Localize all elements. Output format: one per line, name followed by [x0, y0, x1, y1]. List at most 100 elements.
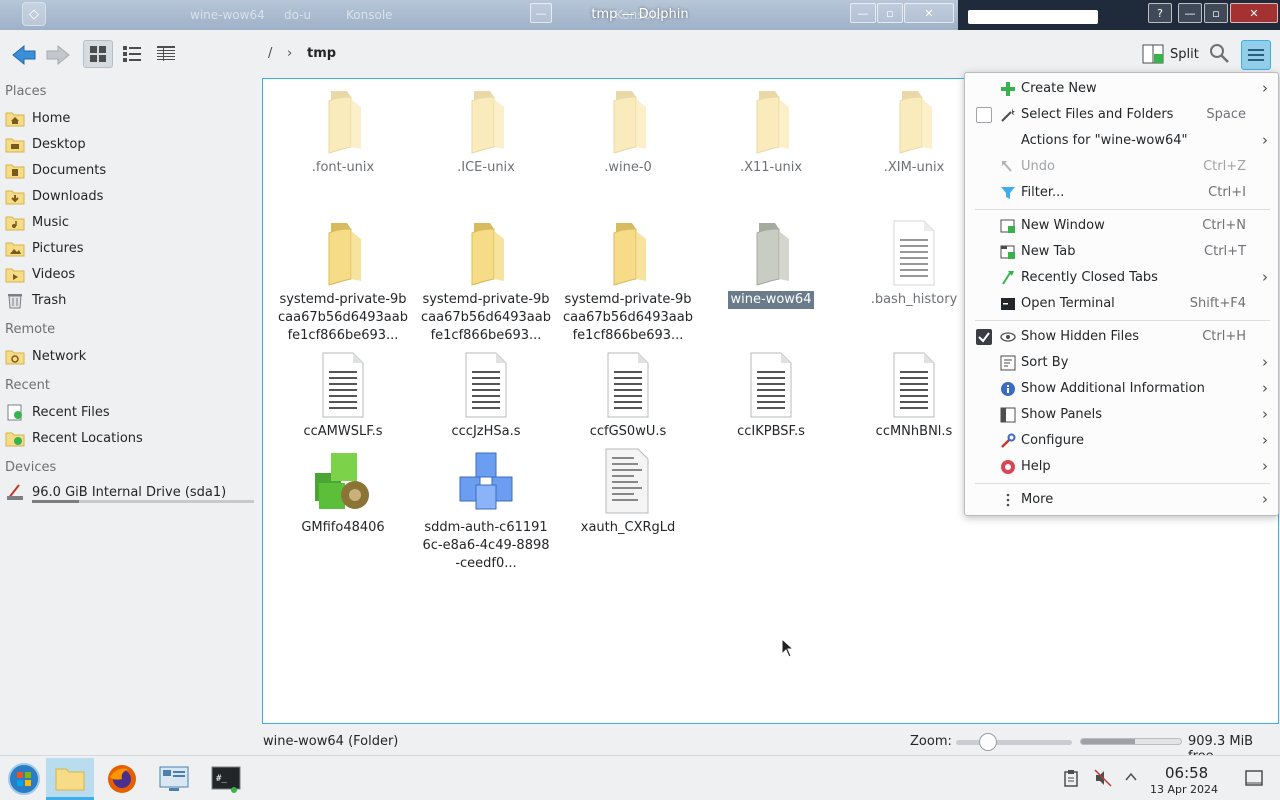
back-arrow-icon: [12, 44, 36, 66]
task-firefox[interactable]: [98, 758, 146, 800]
file-item[interactable]: systemd-private-9bcaa67b56d6493aabfe1cf8…: [278, 219, 408, 345]
folder-icon: [454, 219, 518, 287]
title-bar[interactable]: ◇ wine-wow64 do-u Konsole Konsole — — ▫ …: [0, 0, 1280, 30]
file-item[interactable]: .font-unix: [278, 87, 408, 177]
place-label: Home: [32, 110, 71, 126]
mouse-cursor-icon: [781, 638, 795, 658]
split-label: Split: [1170, 46, 1199, 62]
info-icon: [1000, 381, 1016, 397]
zoom-slider[interactable]: [956, 740, 1072, 745]
closed-tabs-icon: [1000, 270, 1016, 286]
place-network[interactable]: Network: [5, 345, 255, 367]
menu-item-label: More: [1021, 492, 1054, 507]
pictures-folder-icon: [5, 239, 25, 257]
task-system-settings[interactable]: [150, 758, 198, 800]
undo-icon: [1000, 159, 1016, 175]
menu-item-recently-closed-tabs[interactable]: Recently Closed Tabs ›: [965, 265, 1278, 291]
bg-close-button[interactable]: ✕: [1230, 3, 1278, 23]
breadcrumb-current[interactable]: tmp: [307, 46, 336, 61]
place-pictures[interactable]: Pictures: [5, 237, 255, 259]
file-name: wine-wow64: [727, 291, 815, 309]
place-home[interactable]: Home: [5, 107, 255, 129]
task-konsole[interactable]: #_: [202, 758, 250, 800]
menu-item-filter[interactable]: Filter... Ctrl+I: [965, 180, 1278, 206]
menu-item-label: New Tab: [1021, 244, 1076, 259]
clock-time[interactable]: 06:58: [1165, 764, 1208, 782]
menu-item-actions-for-wine-wow64[interactable]: Actions for "wine-wow64" ›: [965, 128, 1278, 154]
bg-minimize-button[interactable]: —: [1178, 3, 1202, 23]
place-desktop[interactable]: Desktop: [5, 133, 255, 155]
compact-view-button[interactable]: [117, 40, 147, 68]
file-name: xauth_CXRgLd: [580, 520, 676, 535]
zoom-slider-handle[interactable]: [979, 733, 998, 751]
tray-expand-icon[interactable]: [1124, 770, 1138, 788]
place-downloads[interactable]: Downloads: [5, 185, 255, 207]
menu-item-new-tab[interactable]: New Tab Ctrl+T: [965, 239, 1278, 265]
search-button[interactable]: [1208, 42, 1234, 68]
menu-item-more[interactable]: More ›: [965, 487, 1278, 513]
menu-item-select-files-and-folders[interactable]: Select Files and Folders Space: [965, 102, 1278, 128]
file-item[interactable]: ccIKPBSF.s: [706, 351, 836, 441]
folder-icon: [454, 87, 518, 155]
menu-item-help[interactable]: Help ›: [965, 454, 1278, 480]
menu-item-open-terminal[interactable]: Open Terminal Shift+F4: [965, 291, 1278, 317]
file-item[interactable]: .bash_history: [849, 219, 979, 309]
file-item[interactable]: systemd-private-9bcaa67b56d6493aabfe1cf8…: [421, 219, 551, 345]
menu-item-show-additional-information[interactable]: Show Additional Information ›: [965, 376, 1278, 402]
place-recent-files[interactable]: Recent Files: [5, 401, 255, 423]
system-settings-icon: [159, 766, 189, 791]
menu-item-show-panels[interactable]: Show Panels ›: [965, 402, 1278, 428]
menu-item-new-window[interactable]: New Window Ctrl+N: [965, 213, 1278, 239]
breadcrumb-root[interactable]: /: [268, 46, 272, 61]
menu-checkbox[interactable]: [976, 329, 992, 345]
show-desktop-icon[interactable]: [1245, 770, 1263, 790]
start-menu-button[interactable]: [0, 758, 48, 800]
place-videos[interactable]: Videos: [5, 263, 255, 285]
firefox-icon: [108, 765, 136, 793]
clipboard-icon[interactable]: [1063, 769, 1079, 791]
menu-item-create-new[interactable]: Create New ›: [965, 76, 1278, 102]
file-item[interactable]: GMfifo48406: [278, 447, 408, 537]
icons-view-button[interactable]: [83, 40, 113, 68]
file-item[interactable]: ccMNhBNl.s: [849, 351, 979, 441]
file-item[interactable]: ccAMWSLF.s: [278, 351, 408, 441]
file-item[interactable]: .wine-0: [563, 87, 693, 177]
status-text: wine-wow64 (Folder): [263, 734, 399, 749]
submenu-chevron-icon: ›: [1262, 79, 1268, 97]
submenu-chevron-icon: ›: [1262, 379, 1268, 397]
bg-maximize-button[interactable]: ▫: [1204, 3, 1228, 23]
hard-drive-icon: [5, 483, 25, 501]
recent-files-icon: [5, 403, 25, 421]
menu-item-show-hidden-files[interactable]: Show Hidden Files Ctrl+H: [965, 324, 1278, 350]
place-documents[interactable]: Documents: [5, 159, 255, 181]
file-item[interactable]: cccJzHSa.s: [421, 351, 551, 441]
file-item[interactable]: .X11-unix: [706, 87, 836, 177]
file-item[interactable]: xauth_CXRgLd: [563, 447, 693, 537]
volume-muted-icon[interactable]: [1094, 769, 1112, 791]
file-name: sddm-auth-c611916c-e8a6-4c49-8898-ceedf0…: [422, 520, 550, 571]
file-item[interactable]: systemd-private-9bcaa67b56d6493aabfe1cf8…: [563, 219, 693, 345]
menu-item-sort-by[interactable]: Sort By ›: [965, 350, 1278, 376]
folder-icon: [311, 219, 375, 287]
forward-button[interactable]: [44, 42, 72, 68]
place-recent-locations[interactable]: Recent Locations: [5, 427, 255, 449]
split-button[interactable]: Split: [1142, 41, 1199, 67]
file-item[interactable]: .ICE-unix: [421, 87, 551, 177]
file-item[interactable]: ccfGS0wU.s: [563, 351, 693, 441]
file-item[interactable]: .XIM-unix: [849, 87, 979, 177]
file-name: ccIKPBSF.s: [737, 424, 805, 439]
details-view-button[interactable]: [151, 40, 181, 68]
menu-checkbox[interactable]: [976, 107, 992, 123]
menu-item-configure[interactable]: Configure ›: [965, 428, 1278, 454]
text-file-icon: [311, 351, 375, 419]
file-item[interactable]: sddm-auth-c611916c-e8a6-4c49-8898-ceedf0…: [421, 447, 551, 573]
place-trash[interactable]: Trash: [5, 289, 255, 311]
file-item[interactable]: wine-wow64: [706, 219, 836, 309]
recent-header: Recent: [5, 378, 50, 393]
place-music[interactable]: Music: [5, 211, 255, 233]
hamburger-menu-button[interactable]: [1241, 40, 1271, 70]
clock-date[interactable]: 13 Apr 2024: [1150, 783, 1218, 796]
help-title-button[interactable]: ?: [1148, 3, 1172, 23]
task-dolphin[interactable]: [46, 758, 94, 800]
back-button[interactable]: [10, 42, 38, 68]
